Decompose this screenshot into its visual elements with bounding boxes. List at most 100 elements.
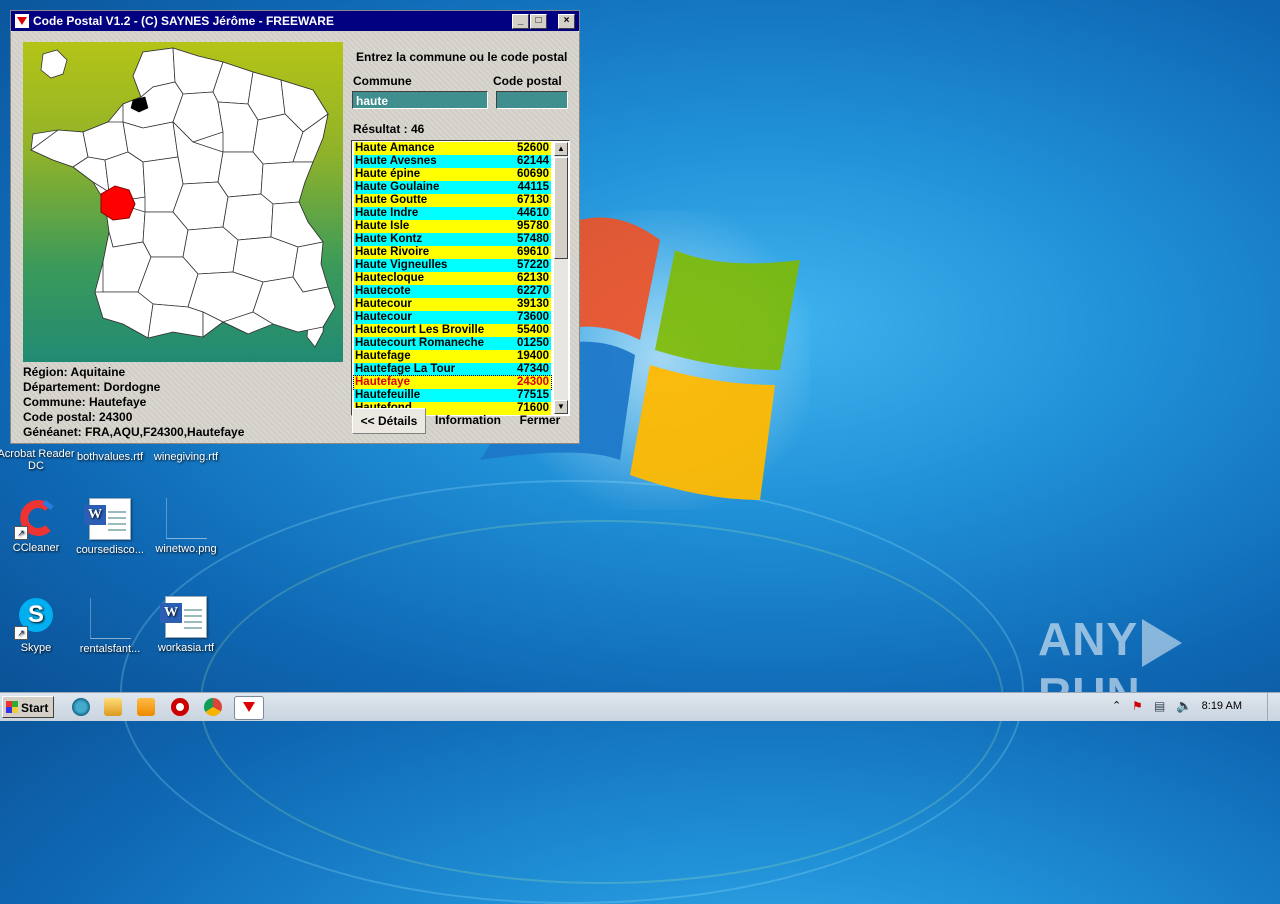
network-icon[interactable]: ▤ xyxy=(1154,699,1165,713)
result-row[interactable]: Hautecote 62270 xyxy=(354,285,551,298)
result-row[interactable]: Haute Goutte 67130 xyxy=(354,194,551,207)
result-row[interactable]: Hautefage La Tour 47340 xyxy=(354,363,551,376)
result-row[interactable]: Hautecourt Les Broville 55400 xyxy=(354,324,551,337)
result-commune: Haute Indre xyxy=(355,207,419,219)
desktop-icon-ccleaner[interactable]: ↗ CCleaner xyxy=(0,498,76,554)
result-row[interactable]: Haute Amance 52600 xyxy=(354,142,551,155)
commune-label: Commune xyxy=(353,74,412,88)
result-row[interactable]: Haute Goulaine 44115 xyxy=(354,181,551,194)
result-row[interactable]: Hautefaye 24300 xyxy=(353,375,552,390)
results-list[interactable]: Haute Amance 52600 Haute Avesnes 62144 Haute… xyxy=(351,140,570,416)
details-button[interactable]: << Détails xyxy=(352,408,426,434)
desktop-icon-winegiving[interactable]: winegiving.rtf xyxy=(146,451,226,463)
code-postal-info: Code postal: 24300 xyxy=(23,410,133,424)
png-icon xyxy=(165,498,207,539)
opera-icon[interactable] xyxy=(171,698,189,716)
result-row[interactable]: Hautecour 39130 xyxy=(354,298,551,311)
result-code: 62130 xyxy=(517,272,549,284)
maximize-button[interactable]: □ xyxy=(530,14,547,29)
word-doc-icon: W xyxy=(84,498,131,540)
desktop-icon-bothvalues[interactable]: bothvalues.rtf xyxy=(70,451,150,463)
desktop-icon-label: coursedisco... xyxy=(76,544,144,556)
result-code: 47340 xyxy=(517,363,549,375)
fermer-button[interactable]: Fermer xyxy=(511,408,569,432)
start-label: Start xyxy=(21,701,49,715)
result-code: 62144 xyxy=(517,155,549,167)
result-code: 60690 xyxy=(517,168,549,180)
result-code: 39130 xyxy=(517,298,549,310)
results-scrollbar[interactable]: ▲ ▼ xyxy=(554,142,568,414)
code-postal-icon[interactable] xyxy=(234,696,264,720)
start-button[interactable]: Start xyxy=(2,696,54,718)
result-row[interactable]: Hautefeuille 77515 xyxy=(354,389,551,402)
desktop-icon-label: bothvalues.rtf xyxy=(76,451,144,463)
window-client-area: Entrez la commune ou le code postal Comm… xyxy=(11,32,579,443)
desktop-icon-acrobat[interactable]: Acrobat Reader DC xyxy=(0,448,76,472)
code-postal-app-icon[interactable] xyxy=(15,14,29,28)
result-code: 62270 xyxy=(517,285,549,297)
clock[interactable]: 8:19 AM xyxy=(1202,700,1242,712)
action-center-icon[interactable]: ⚑ xyxy=(1132,699,1143,713)
result-row[interactable]: Haute Rivoire 69610 xyxy=(354,246,551,259)
minimize-button[interactable]: _ xyxy=(512,14,529,29)
result-row[interactable]: Hautecour 73600 xyxy=(354,311,551,324)
result-row[interactable]: Haute Vigneulles 57220 xyxy=(354,259,551,272)
result-commune: Haute Amance xyxy=(355,142,435,154)
result-row[interactable]: Hautefage 19400 xyxy=(354,350,551,363)
result-row[interactable]: Hautecloque 62130 xyxy=(354,272,551,285)
desktop-icon-rentalsfant[interactable]: rentalsfant... xyxy=(70,598,150,655)
desktop-icon-workasia[interactable]: W workasia.rtf xyxy=(146,596,226,654)
ccleaner-icon: ↗ xyxy=(14,498,56,540)
result-commune: Haute épine xyxy=(355,168,421,180)
show-hidden-icons[interactable]: ⌃ xyxy=(1112,699,1121,712)
scroll-up-arrow-icon[interactable]: ▲ xyxy=(554,142,568,156)
result-code: 44115 xyxy=(517,181,549,193)
shortcut-arrow-icon: ↗ xyxy=(14,626,28,640)
internet-explorer-icon[interactable] xyxy=(72,698,90,716)
result-code: 95780 xyxy=(517,220,549,232)
result-row[interactable]: Haute Indre 44610 xyxy=(354,207,551,220)
dordogne-highlight xyxy=(100,185,136,221)
play-triangle-icon xyxy=(1142,618,1183,667)
result-code: 57220 xyxy=(517,259,549,271)
desktop-icon-coursedisco[interactable]: W coursedisco... xyxy=(70,498,150,556)
scroll-thumb[interactable] xyxy=(554,157,568,259)
volume-icon[interactable]: 🔈 xyxy=(1176,698,1192,714)
result-commune: Haute Kontz xyxy=(355,233,423,245)
result-row[interactable]: Haute Avesnes 62144 xyxy=(354,155,551,168)
result-commune: Hautecote xyxy=(355,285,411,297)
result-commune: Haute Isle xyxy=(355,220,410,232)
skype-icon: S ↗ xyxy=(14,598,56,640)
desktop-icon-label: Skype xyxy=(20,642,52,654)
information-button[interactable]: Information xyxy=(431,408,505,432)
windows-flag-icon xyxy=(6,701,18,713)
commune-input[interactable]: haute xyxy=(352,91,488,109)
result-row[interactable]: Haute Kontz 57480 xyxy=(354,233,551,246)
result-code: 57480 xyxy=(517,233,549,245)
result-code: 69610 xyxy=(517,246,549,258)
explorer-icon[interactable] xyxy=(104,698,122,716)
shortcut-arrow-icon: ↗ xyxy=(14,526,28,540)
result-code: 73600 xyxy=(517,311,549,323)
code-postal-input[interactable] xyxy=(496,91,568,109)
window-title: Code Postal V1.2 - (C) SAYNES Jérôme - F… xyxy=(33,14,334,28)
desktop-icon-label: rentalsfant... xyxy=(79,643,141,655)
chrome-icon[interactable] xyxy=(204,698,222,716)
result-row[interactable]: Haute Isle 95780 xyxy=(354,220,551,233)
result-commune: Haute Vigneulles xyxy=(355,259,448,271)
result-commune: Haute Rivoire xyxy=(355,246,430,258)
result-commune: Hautefaye xyxy=(355,376,410,388)
desktop-icon-skype[interactable]: S ↗ Skype xyxy=(0,598,76,654)
close-window-button[interactable]: × xyxy=(558,14,575,29)
france-map[interactable] xyxy=(23,42,343,362)
show-desktop-button[interactable] xyxy=(1267,693,1280,721)
result-code: 01250 xyxy=(517,337,549,349)
result-code: 52600 xyxy=(517,142,549,154)
media-player-icon[interactable] xyxy=(137,698,155,716)
result-commune: Hautefeuille xyxy=(355,389,421,401)
code-postal-window: Code Postal V1.2 - (C) SAYNES Jérôme - F… xyxy=(10,10,580,444)
title-bar[interactable]: Code Postal V1.2 - (C) SAYNES Jérôme - F… xyxy=(11,11,579,31)
result-row[interactable]: Hautecourt Romaneche 01250 xyxy=(354,337,551,350)
desktop-icon-winetwo[interactable]: winetwo.png xyxy=(146,498,226,555)
result-row[interactable]: Haute épine 60690 xyxy=(354,168,551,181)
